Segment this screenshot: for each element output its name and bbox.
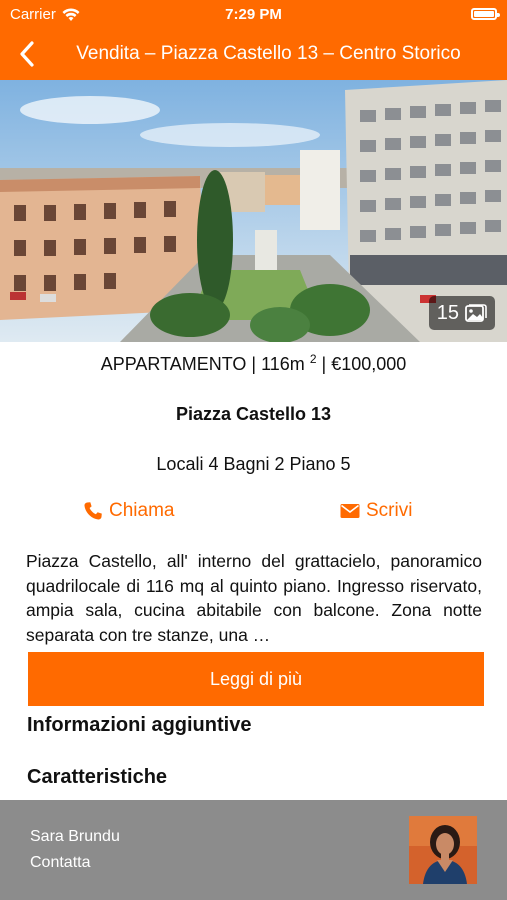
listing-area-unit-exponent: 2 [309,352,317,366]
photo-count: 15 [436,301,459,324]
contact-actions: Chiama Scrivi [0,500,507,530]
listing-summary: APPARTAMENTO | 116m 2 | €100,000 [100,352,407,374]
photo-count-badge[interactable]: 15 [428,296,495,330]
section-additional-info[interactable]: Informazioni aggiuntive [27,714,251,737]
agent-photo [409,816,477,884]
write-label: Scrivi [366,500,413,521]
section-features[interactable]: Caratteristiche [27,766,167,789]
envelope-icon [340,504,360,518]
app-header: Carrier 7:29 PM Vendita – Piazza Castell… [0,0,507,80]
property-photo[interactable]: 15 [0,80,507,342]
agent-footer: Sara Brundu Contatta [0,800,507,900]
navigation-bar: Vendita – Piazza Castello 13 – Centro St… [0,28,507,80]
agent-name: Sara Brundu [30,828,120,845]
listing-rooms: Locali 4 Bagni 2 Piano 5 [156,454,351,474]
chevron-left-icon [20,41,34,67]
page-title: Vendita – Piazza Castello 13 – Centro St… [76,43,461,64]
back-button[interactable] [12,38,42,70]
listing-type: APPARTAMENTO [100,354,247,374]
write-button[interactable]: Scrivi [340,500,412,522]
clock: 7:29 PM [225,6,282,23]
gallery-icon [465,304,487,322]
contact-agent-link[interactable]: Contatta [30,854,90,872]
status-bar: Carrier 7:29 PM [0,0,507,28]
listing-price: €100,000 [331,354,407,374]
avatar[interactable] [409,816,477,884]
call-label: Chiama [109,500,175,521]
listing-area: 116m [261,354,305,374]
listing-description: Piazza Castello, all' interno del gratta… [26,551,482,645]
phone-icon [84,502,102,520]
listing-address: Piazza Castello 13 [175,404,332,424]
read-more-button[interactable]: Leggi di più [28,652,484,706]
battery-icon [471,8,500,20]
call-button[interactable]: Chiama [83,500,174,522]
